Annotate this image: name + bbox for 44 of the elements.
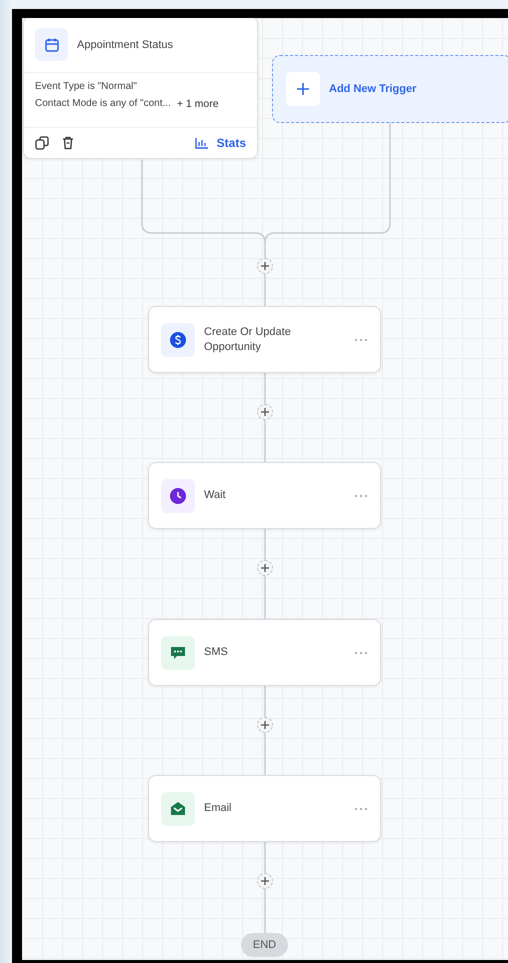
copy-icon[interactable] bbox=[35, 136, 49, 150]
calendar-icon bbox=[35, 28, 68, 61]
plus-icon bbox=[261, 721, 269, 729]
trash-icon[interactable] bbox=[62, 136, 74, 150]
add-step-button[interactable] bbox=[257, 717, 273, 733]
connector-line bbox=[264, 733, 266, 775]
clock-icon bbox=[170, 488, 186, 504]
condition-text: Event Type is "Normal" bbox=[35, 81, 137, 92]
condition-text: Contact Mode is any of "cont... bbox=[35, 98, 171, 110]
plus-icon bbox=[261, 262, 269, 270]
plus-icon bbox=[261, 564, 269, 572]
bar-chart-icon bbox=[194, 137, 209, 149]
connector-line bbox=[264, 529, 266, 560]
connector-line bbox=[264, 686, 266, 717]
plus-icon bbox=[286, 72, 320, 106]
dollar-icon bbox=[170, 332, 186, 348]
add-step-button[interactable] bbox=[257, 560, 273, 576]
add-step-button[interactable] bbox=[257, 873, 273, 889]
stats-link[interactable]: Stats bbox=[194, 136, 246, 150]
plus-icon bbox=[261, 877, 269, 885]
connector-line bbox=[264, 274, 266, 306]
connector-line bbox=[264, 420, 266, 462]
action-title: SMS bbox=[204, 645, 228, 660]
add-trigger-button[interactable]: Add New Trigger bbox=[272, 55, 508, 123]
add-step-button[interactable] bbox=[257, 404, 273, 420]
connector-line bbox=[264, 842, 266, 873]
action-title: Wait bbox=[204, 488, 226, 503]
connector-line bbox=[264, 576, 266, 619]
trigger-title: Appointment Status bbox=[77, 38, 174, 50]
connector-line bbox=[264, 373, 266, 404]
envelope-icon bbox=[170, 800, 186, 816]
connector-line bbox=[264, 889, 266, 933]
trigger-card[interactable]: Appointment Status Event Type is "Normal" Contact Mode is any of "cont... + 1 more Stats bbox=[23, 18, 258, 159]
action-card[interactable]: Create Or Update Opportunity bbox=[148, 306, 381, 373]
more-link[interactable]: + 1 more bbox=[176, 98, 219, 110]
action-title: Create Or Update Opportunity bbox=[204, 324, 292, 354]
action-card[interactable]: Email bbox=[148, 775, 381, 842]
action-card[interactable]: Wait bbox=[148, 462, 381, 529]
plus-icon bbox=[261, 408, 269, 416]
add-step-button[interactable] bbox=[257, 258, 273, 274]
action-title: Email bbox=[204, 801, 232, 816]
action-card[interactable]: SMS bbox=[148, 619, 381, 686]
end-marker: END bbox=[241, 933, 288, 957]
chat-icon bbox=[170, 644, 186, 660]
